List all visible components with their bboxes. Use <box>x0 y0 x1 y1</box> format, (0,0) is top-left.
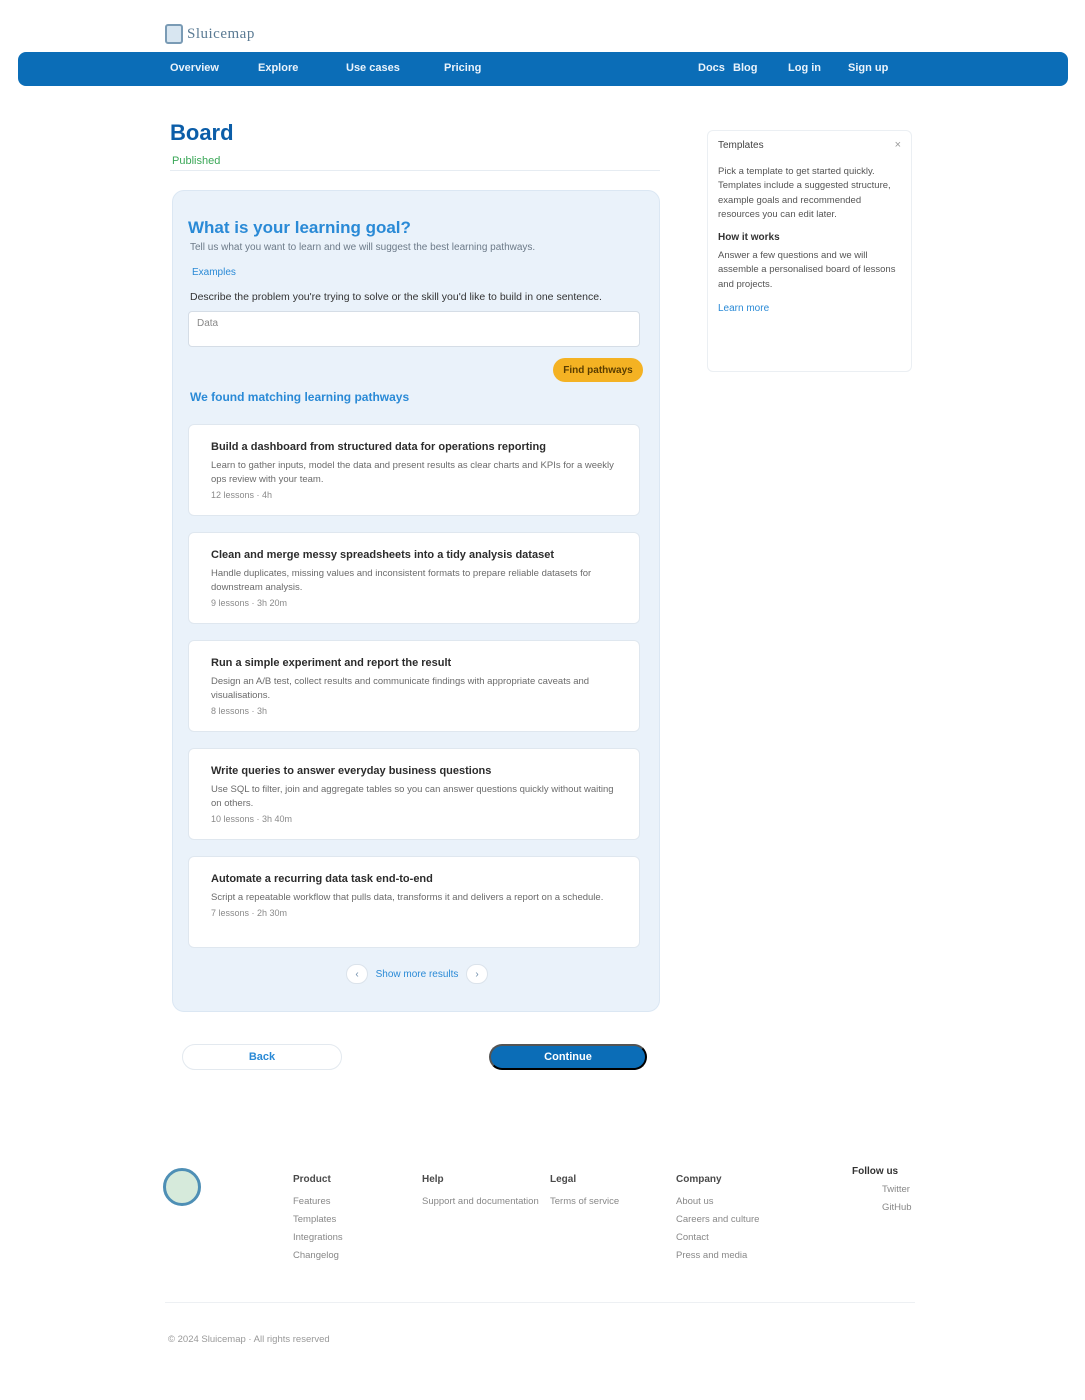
question-heading: What is your learning goal? <box>188 218 411 237</box>
back-button[interactable]: Back <box>182 1044 342 1070</box>
panel-subheading: How it works <box>718 232 780 243</box>
footer-link[interactable]: Careers and culture <box>676 1211 759 1229</box>
footer-column-product: Product Features Templates Integrations … <box>293 1170 343 1265</box>
panel-body: Answer a few questions and we will assem… <box>718 250 896 290</box>
result-meta: 10 lessons · 3h 40m <box>211 813 293 824</box>
footer-link[interactable]: Press and media <box>676 1247 759 1265</box>
pagination: ‹ Show more results › <box>346 964 488 984</box>
status-badge: Published <box>172 155 221 167</box>
nav-item-use-cases[interactable]: Use cases <box>346 62 400 74</box>
logo-icon <box>165 24 183 44</box>
show-more-link[interactable]: Show more results <box>376 969 459 980</box>
examples-link[interactable]: Examples <box>192 267 236 278</box>
footer-link[interactable]: About us <box>676 1193 759 1211</box>
goal-input[interactable]: Data <box>188 311 640 347</box>
question-prompt: Describe the problem you're trying to so… <box>190 291 602 303</box>
footer-link[interactable]: Integrations <box>293 1229 343 1247</box>
result-description: Learn to gather inputs, model the data a… <box>211 460 614 485</box>
logo-text: Sluicemap <box>187 25 255 42</box>
panel-text: Pick a template to get started quickly. … <box>718 166 891 220</box>
result-meta: 8 lessons · 3h <box>211 705 268 716</box>
learn-more-link[interactable]: Learn more <box>718 303 769 314</box>
result-meta: 9 lessons · 3h 20m <box>211 597 288 608</box>
footer-link[interactable]: Features <box>293 1193 343 1211</box>
result-title: Write queries to answer everyday busines… <box>211 765 492 777</box>
divider <box>170 170 660 171</box>
footer-social-heading: Follow us <box>852 1166 899 1177</box>
result-description: Handle duplicates, missing values and in… <box>211 568 592 593</box>
question-subtitle: Tell us what you want to learn and we wi… <box>190 242 536 253</box>
list-item[interactable]: Write queries to answer everyday busines… <box>188 748 640 840</box>
logo[interactable]: Sluicemap <box>165 22 290 46</box>
list-item[interactable]: Build a dashboard from structured data f… <box>188 424 640 516</box>
panel-header: Templates × <box>718 139 901 151</box>
panel-title: Templates <box>718 139 764 151</box>
result-description: Use SQL to filter, join and aggregate ta… <box>211 784 614 809</box>
footer-heading: Product <box>293 1174 331 1185</box>
result-title: Clean and merge messy spreadsheets into … <box>211 549 554 561</box>
list-item[interactable]: Run a simple experiment and report the r… <box>188 640 640 732</box>
close-icon[interactable]: × <box>895 139 901 151</box>
nav-item-login[interactable]: Log in <box>788 62 821 74</box>
list-item[interactable]: Clean and merge messy spreadsheets into … <box>188 532 640 624</box>
nav-item-overview[interactable]: Overview <box>170 62 219 74</box>
twitter-link[interactable]: Twitter <box>882 1181 912 1199</box>
chevron-right-icon[interactable]: › <box>466 964 488 984</box>
main-nav: Overview Explore Use cases Pricing Docs … <box>18 52 1068 86</box>
result-description: Design an A/B test, collect results and … <box>211 676 590 701</box>
footer-link[interactable]: Terms of service <box>550 1193 619 1211</box>
continue-button[interactable]: Continue <box>489 1044 647 1070</box>
nav-item-pricing[interactable]: Pricing <box>444 62 481 74</box>
list-item[interactable]: Automate a recurring data task end-to-en… <box>188 856 640 948</box>
page-title: Board <box>170 120 234 145</box>
footer-heading: Help <box>422 1174 444 1185</box>
footer-column-help: Help Support and documentation <box>422 1170 539 1211</box>
footer-link[interactable]: Changelog <box>293 1247 343 1265</box>
result-title: Run a simple experiment and report the r… <box>211 657 452 669</box>
footer-column-legal: Legal Terms of service <box>550 1170 619 1211</box>
templates-panel: Templates × Pick a template to get start… <box>707 130 912 372</box>
nav-item-blog[interactable]: Blog <box>733 62 757 74</box>
footer-social: Follow us Twitter GitHub <box>852 1166 912 1217</box>
chevron-left-icon[interactable]: ‹ <box>346 964 368 984</box>
footer-logo-icon[interactable] <box>163 1168 201 1206</box>
result-meta: 7 lessons · 2h 30m <box>211 907 288 918</box>
footer-column-company: Company About us Careers and culture Con… <box>676 1170 759 1265</box>
copyright: © 2024 Sluicemap · All rights reserved <box>168 1334 330 1345</box>
result-meta: 12 lessons · 4h <box>211 489 273 500</box>
footer-link[interactable]: Templates <box>293 1211 343 1229</box>
results-heading: We found matching learning pathways <box>190 390 410 404</box>
nav-item-docs[interactable]: Docs <box>698 62 725 74</box>
footer-heading: Company <box>676 1174 722 1185</box>
divider <box>165 1302 915 1303</box>
footer-link[interactable]: Contact <box>676 1229 759 1247</box>
footer-heading: Legal <box>550 1174 577 1185</box>
footer-link[interactable]: Support and documentation <box>422 1193 539 1211</box>
result-title: Build a dashboard from structured data f… <box>211 441 546 453</box>
result-title: Automate a recurring data task end-to-en… <box>211 873 433 885</box>
github-link[interactable]: GitHub <box>882 1199 912 1217</box>
find-pathways-button[interactable]: Find pathways <box>553 358 643 382</box>
nav-item-explore[interactable]: Explore <box>258 62 298 74</box>
nav-item-signup[interactable]: Sign up <box>848 62 888 74</box>
result-description: Script a repeatable workflow that pulls … <box>211 892 604 903</box>
